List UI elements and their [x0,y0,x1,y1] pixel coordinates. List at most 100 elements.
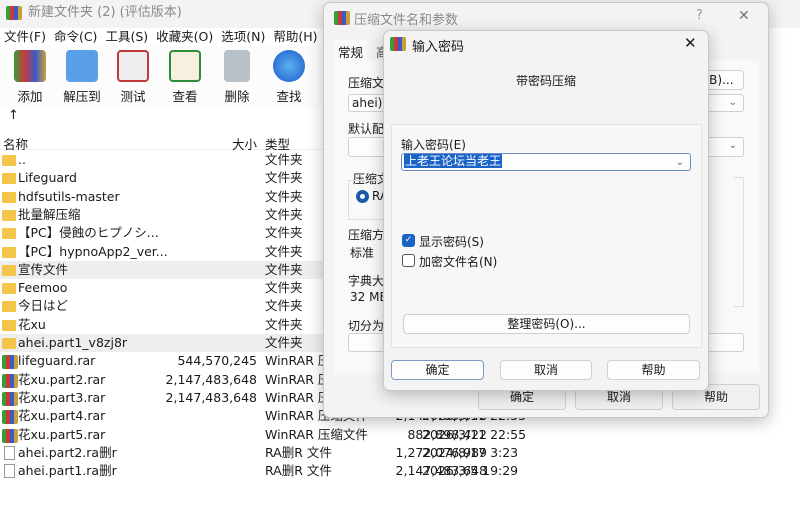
rar-file-icon [2,355,18,370]
file-name: 花xu.part4.rar [18,408,106,424]
file-name: ahei.part1_v8zj8r [18,335,128,350]
file-row[interactable]: hdfsutils-master 文件夹 [0,188,330,206]
file-row[interactable]: 【PC】侵蝕のヒプノシ... 文件夹 [0,224,330,242]
test-button[interactable]: 测试 [108,50,158,105]
file-row[interactable]: ahei.part2.ra删r 1,272,076,989 RA删R 文件 2024/… [0,444,560,462]
file-row[interactable]: 花xu.part2.rar 2,147,483,648 WinRAR 压缩文件 [0,371,368,389]
file-row[interactable]: .. 文件夹 [0,151,330,169]
toolbar: 添加 解压到 测试 查看 删除 查找 [0,46,330,108]
column-header: 名称 大小 类型 [0,134,330,152]
file-row[interactable]: 宣传文件 文件夹 [0,260,330,279]
winrar-logo-icon [6,6,22,20]
file-type: 文件夹 [265,298,303,314]
dialog-title: 压缩文件名和参数 [354,13,459,28]
file-row[interactable]: 花xu 文件夹 [0,316,330,334]
menu-options[interactable]: 选项(N) [217,28,269,46]
file-name: Lifeguard [18,170,77,186]
close-icon[interactable]: ✕ [684,34,697,52]
view-button[interactable]: 查看 [160,50,210,105]
file-row[interactable]: ahei.part1.ra删r 2,147,483,648 RA删R 文件 2026/… [0,462,560,480]
menu-help[interactable]: 帮助(H) [269,28,321,46]
file-row[interactable]: 【PC】hypnoApp2_ver... 文件夹 [0,243,330,261]
radio-rar[interactable] [356,190,369,203]
rar-file-icon [2,410,18,425]
file-type: WinRAR 压缩文件 [265,426,368,442]
password-value: 上老王论坛当老王 [404,154,503,168]
file-size: 2,147,483,648 [165,371,257,387]
chevron-down-icon: ⌄ [728,97,737,108]
find-button[interactable]: 查找 [264,50,314,105]
file-icon [4,464,15,479]
file-name: lifeguard.rar [18,353,96,369]
trash-icon [224,50,250,82]
add-archive-icon [14,50,46,82]
encrypt-names-checkbox[interactable] [402,254,415,267]
file-icon [4,445,15,460]
clipboard-check-icon [117,50,149,82]
delete-button[interactable]: 删除 [212,50,262,105]
menu-tools[interactable]: 工具(S) [101,28,152,46]
file-row[interactable]: Feemoo 文件夹 [0,279,330,297]
file-row[interactable]: Lifeguard 文件夹 [0,169,330,187]
method-value[interactable]: 标准 [350,244,374,261]
folder-icon [2,209,16,221]
menu-file[interactable]: 文件(F) [0,28,50,46]
file-name: hdfsutils-master [18,188,120,204]
file-name: 花xu [18,316,46,332]
chevron-down-icon: ⌄ [728,140,737,151]
file-name: Feemoo [18,280,68,296]
file-row[interactable]: 花xu.part5.rar 882,898,422 WinRAR 压缩文件 2026/… [0,426,560,444]
rar-file-icon [2,373,18,388]
chevron-down-icon: ⌄ [675,157,684,168]
file-date: 2024/8/17 3:23 [422,444,519,460]
password-label: 输入密码(E) [401,138,466,152]
add-button[interactable]: 添加 [5,50,55,105]
file-row[interactable]: ahei.part1_v8zj8r 文件夹 [0,334,330,352]
file-row[interactable]: 今日はど 文件夹 [0,297,330,315]
password-input[interactable]: 上老王论坛当老王 ⌄ [401,153,691,171]
file-type: 文件夹 [265,261,303,277]
show-password-checkbox[interactable]: ✓ [402,234,415,247]
file-row[interactable]: 花xu.part3.rar 2,147,483,648 WinRAR 压缩文件 [0,389,368,407]
folder-icon [2,301,16,313]
file-row[interactable]: lifeguard.rar 544,570,245 WinRAR 压缩文件 [0,352,368,370]
file-name: 【PC】侵蝕のヒプノシ... [18,225,159,241]
file-row[interactable]: 批量解压缩 文件夹 [0,206,330,224]
cancel-button[interactable]: 取消 [500,360,592,380]
folder-icon [2,283,16,295]
add-label: 添加 [17,89,43,104]
organize-passwords-button[interactable]: 整理密码(O)... [403,314,690,334]
ok-button[interactable]: 确定 [391,360,484,380]
file-size: 544,570,245 [177,353,257,369]
file-name: 【PC】hypnoApp2_ver... [18,243,168,259]
file-date: 2026/3/5 19:29 [422,463,519,479]
close-icon[interactable]: ✕ [738,8,750,24]
help-icon[interactable]: ? [696,8,703,23]
book-icon [169,50,201,82]
extract-label: 解压到 [63,89,101,104]
help-button[interactable]: 帮助 [607,360,700,380]
menu-favorites[interactable]: 收藏夹(O) [152,28,217,46]
rar-file-icon [2,428,18,443]
file-name: 批量解压缩 [18,206,81,222]
up-folder-button[interactable]: ↑ [8,108,19,123]
folder-extract-icon [66,50,98,82]
folder-icon [2,191,16,203]
file-name: ahei.part1.ra删r [18,463,117,479]
menu-commands[interactable]: 命令(C) [50,28,101,46]
file-name: 花xu.part3.rar [18,389,106,405]
file-name: 宣传文件 [18,261,69,277]
magnifier-icon [273,50,305,82]
winrar-logo-icon [390,37,406,51]
file-type: RA删R 文件 [265,444,332,460]
extract-to-button[interactable]: 解压到 [57,50,107,105]
file-type: 文件夹 [265,243,303,259]
view-label: 查看 [172,89,198,104]
file-type: 文件夹 [265,152,303,167]
folder-icon [2,173,16,185]
rar-file-icon [2,391,18,406]
folder-icon [2,319,16,331]
folder-icon [2,155,16,166]
dialog-subtitle: 带密码压缩 [515,74,576,88]
dialog-title: 输入密码 [412,40,465,55]
